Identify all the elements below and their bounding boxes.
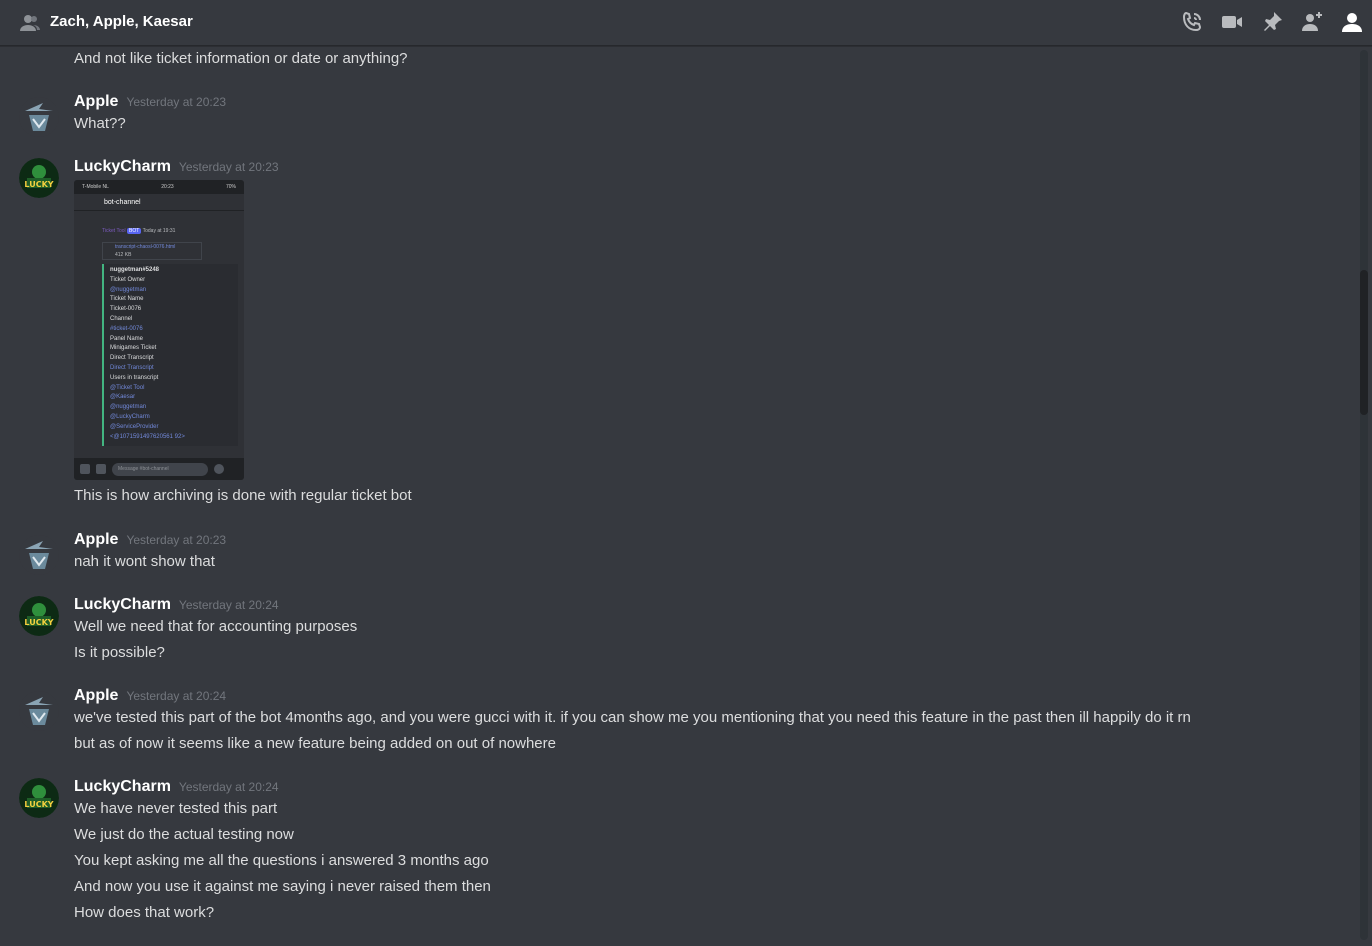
author-name[interactable]: Apple [74,531,118,548]
channel-name: bot-channel [104,198,141,206]
embed-line: @LuckyCharm [110,413,150,420]
embed-line: nuggetman#5248 [110,267,160,273]
message-text: And now you use it against me saying i n… [74,878,491,895]
embed-line: Ticket-0076 [110,306,142,313]
add-member-icon[interactable] [1300,10,1324,34]
scrollbar-track[interactable] [1360,50,1368,940]
phone-status-bar: T-Mobile NL 20:23 70% [74,180,244,194]
message-text: nah it wont show that [74,553,215,570]
page-title: Zach, Apple, Kaesar [50,13,193,30]
channel-header: Zach, Apple, Kaesar [0,0,1372,46]
avatar-apple[interactable] [19,97,59,137]
svg-text:LUCKY: LUCKY [24,618,53,627]
embed-line: @ServiceProvider [110,423,159,430]
members-icon[interactable] [1340,10,1364,34]
message-text: You kept asking me all the questions i a… [74,852,489,869]
avatar-luckycharm[interactable]: LUCKY [19,158,59,198]
embed-line: Minigames Ticket [110,345,157,352]
file-size: 412 KB [115,252,132,258]
message-timestamp: Yesterday at 20:23 [178,160,279,174]
message-text: We have never tested this part [74,800,278,817]
file-name: transcript-chaosl-0076.html [115,244,176,250]
bot-header: Ticket Tool BOT Today at 19:31 [102,228,175,234]
svg-text:LUCKY: LUCKY [24,180,53,189]
bot-time: Today at 19:31 [142,228,176,234]
author-name[interactable]: Apple [74,93,118,110]
author-name[interactable]: Apple [74,687,118,704]
message-timestamp: Yesterday at 20:23 [126,533,227,547]
gift-icon [96,464,106,474]
message-timestamp: Yesterday at 20:24 [126,689,227,703]
status-time: 20:23 [161,184,174,190]
embed-line: Channel [110,315,133,322]
bot-name: Ticket Tool [102,228,126,234]
image-icon [80,464,90,474]
channel-bar: bot-channel [74,194,244,211]
header-toolbar [1180,10,1364,36]
message-text: This is how archiving is done with regul… [74,487,412,504]
call-icon[interactable] [1180,10,1204,34]
message-text: What?? [74,115,126,132]
bot-badge: BOT [127,228,142,234]
message-list: And not like ticket information or date … [0,47,1356,946]
message-timestamp: Yesterday at 20:24 [178,598,279,612]
message-text: we've tested this part of the bot 4month… [74,709,1191,726]
embed-line: Direct Transcript [110,364,154,371]
embed-line: Users in transcript [110,374,159,381]
message-author[interactable]: Apple Yesterday at 20:23 [74,531,226,549]
avatar-apple[interactable] [19,535,59,575]
embed-line: Ticket Name [110,296,144,303]
embed-line: @nuggetman [110,404,147,411]
people-icon [19,12,41,34]
pin-icon[interactable] [1260,10,1284,34]
author-name[interactable]: LuckyCharm [74,158,171,175]
message-author[interactable]: LuckyCharm Yesterday at 20:24 [74,778,279,796]
image-attachment[interactable]: T-Mobile NL 20:23 70% bot-channel Ticket… [74,180,244,480]
message-text: Is it possible? [74,644,165,661]
embed-line: #ticket-0076 [110,325,143,332]
message-text: Well we need that for accounting purpose… [74,618,358,635]
phone-message-bar: Message #bot-channel [74,458,244,480]
phone-message-input: Message #bot-channel [112,462,208,476]
embed: nuggetman#5248 Ticket Owner @nuggetman T… [102,264,238,446]
message-timestamp: Yesterday at 20:23 [126,95,227,109]
avatar-luckycharm[interactable]: LUCKY [19,596,59,636]
embed-line: Direct Transcript [110,355,154,362]
emoji-icon [214,464,224,474]
message-text: We just do the actual testing now [74,826,294,843]
message-text: And not like ticket information or date … [74,50,408,67]
message-text: How does that work? [74,904,215,921]
author-name[interactable]: LuckyCharm [74,778,171,795]
status-battery: 70% [225,184,236,190]
message-author[interactable]: LuckyCharm Yesterday at 20:24 [74,596,279,614]
message-author[interactable]: Apple Yesterday at 20:23 [74,93,226,111]
embed-line: @Ticket Tool [110,384,145,391]
scrollbar-thumb[interactable] [1360,270,1368,415]
embed-line: Panel Name [110,335,144,342]
status-carrier: T-Mobile NL [82,184,109,190]
message-author[interactable]: Apple Yesterday at 20:24 [74,687,226,705]
message-author[interactable]: LuckyCharm Yesterday at 20:23 [74,158,279,176]
video-icon[interactable] [1220,10,1244,34]
embed-line: @nuggetman [110,286,147,293]
avatar-luckycharm[interactable]: LUCKY [19,778,59,818]
message-text: but as of now it seems like a new featur… [74,735,556,752]
svg-text:LUCKY: LUCKY [24,800,53,809]
author-name[interactable]: LuckyCharm [74,596,171,613]
avatar-apple[interactable] [19,691,59,731]
embed-line: Ticket Owner [110,276,146,283]
embed-line: <@1071591497620561 92> [110,433,185,440]
message-timestamp: Yesterday at 20:24 [178,780,279,794]
file-attachment: transcript-chaosl-0076.html 412 KB [102,242,202,260]
embed-line: @Kaesar [110,394,136,401]
